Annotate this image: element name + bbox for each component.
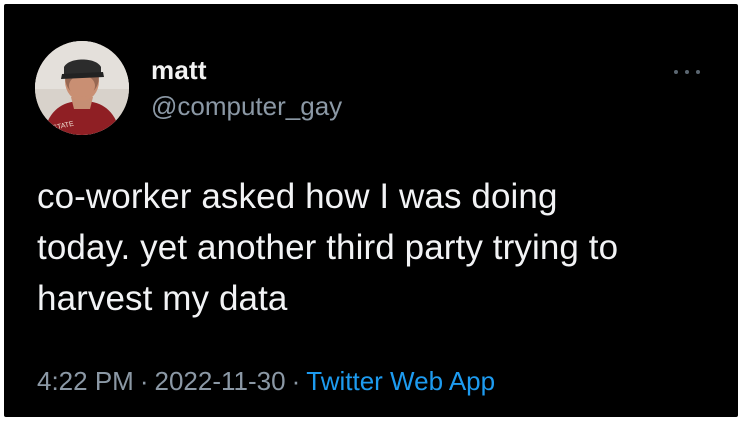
tweet-text-line: co-worker asked how I was doing xyxy=(37,177,558,216)
dot-icon xyxy=(696,70,700,74)
meta-separator: · xyxy=(291,366,301,396)
profile-photo-icon: STATE xyxy=(35,41,129,135)
tweet-metadata: 4:22 PM · 2022-11-30 · Twitter Web App xyxy=(37,366,495,396)
more-horizontal-icon[interactable] xyxy=(674,68,700,76)
avatar[interactable]: STATE xyxy=(35,41,129,135)
tweet-author: matt @computer_gay xyxy=(151,57,342,119)
dot-icon xyxy=(674,70,678,74)
user-handle[interactable]: @computer_gay xyxy=(151,93,342,119)
tweet-text: co-worker asked how I was doing today. y… xyxy=(37,171,697,324)
tweet-card: STATE matt @computer_gay co-worker asked… xyxy=(4,4,738,417)
tweet-text-line: harvest my data xyxy=(37,279,288,318)
tweet-text-line: today. yet another third party trying to xyxy=(37,228,619,267)
dot-icon xyxy=(685,70,689,74)
tweet-time[interactable]: 4:22 PM xyxy=(37,366,134,396)
screenshot-frame: STATE matt @computer_gay co-worker asked… xyxy=(4,4,738,417)
display-name[interactable]: matt xyxy=(151,57,342,83)
tweet-source-link[interactable]: Twitter Web App xyxy=(306,366,495,396)
tweet-date[interactable]: 2022-11-30 xyxy=(155,366,286,396)
meta-separator: · xyxy=(139,366,149,396)
